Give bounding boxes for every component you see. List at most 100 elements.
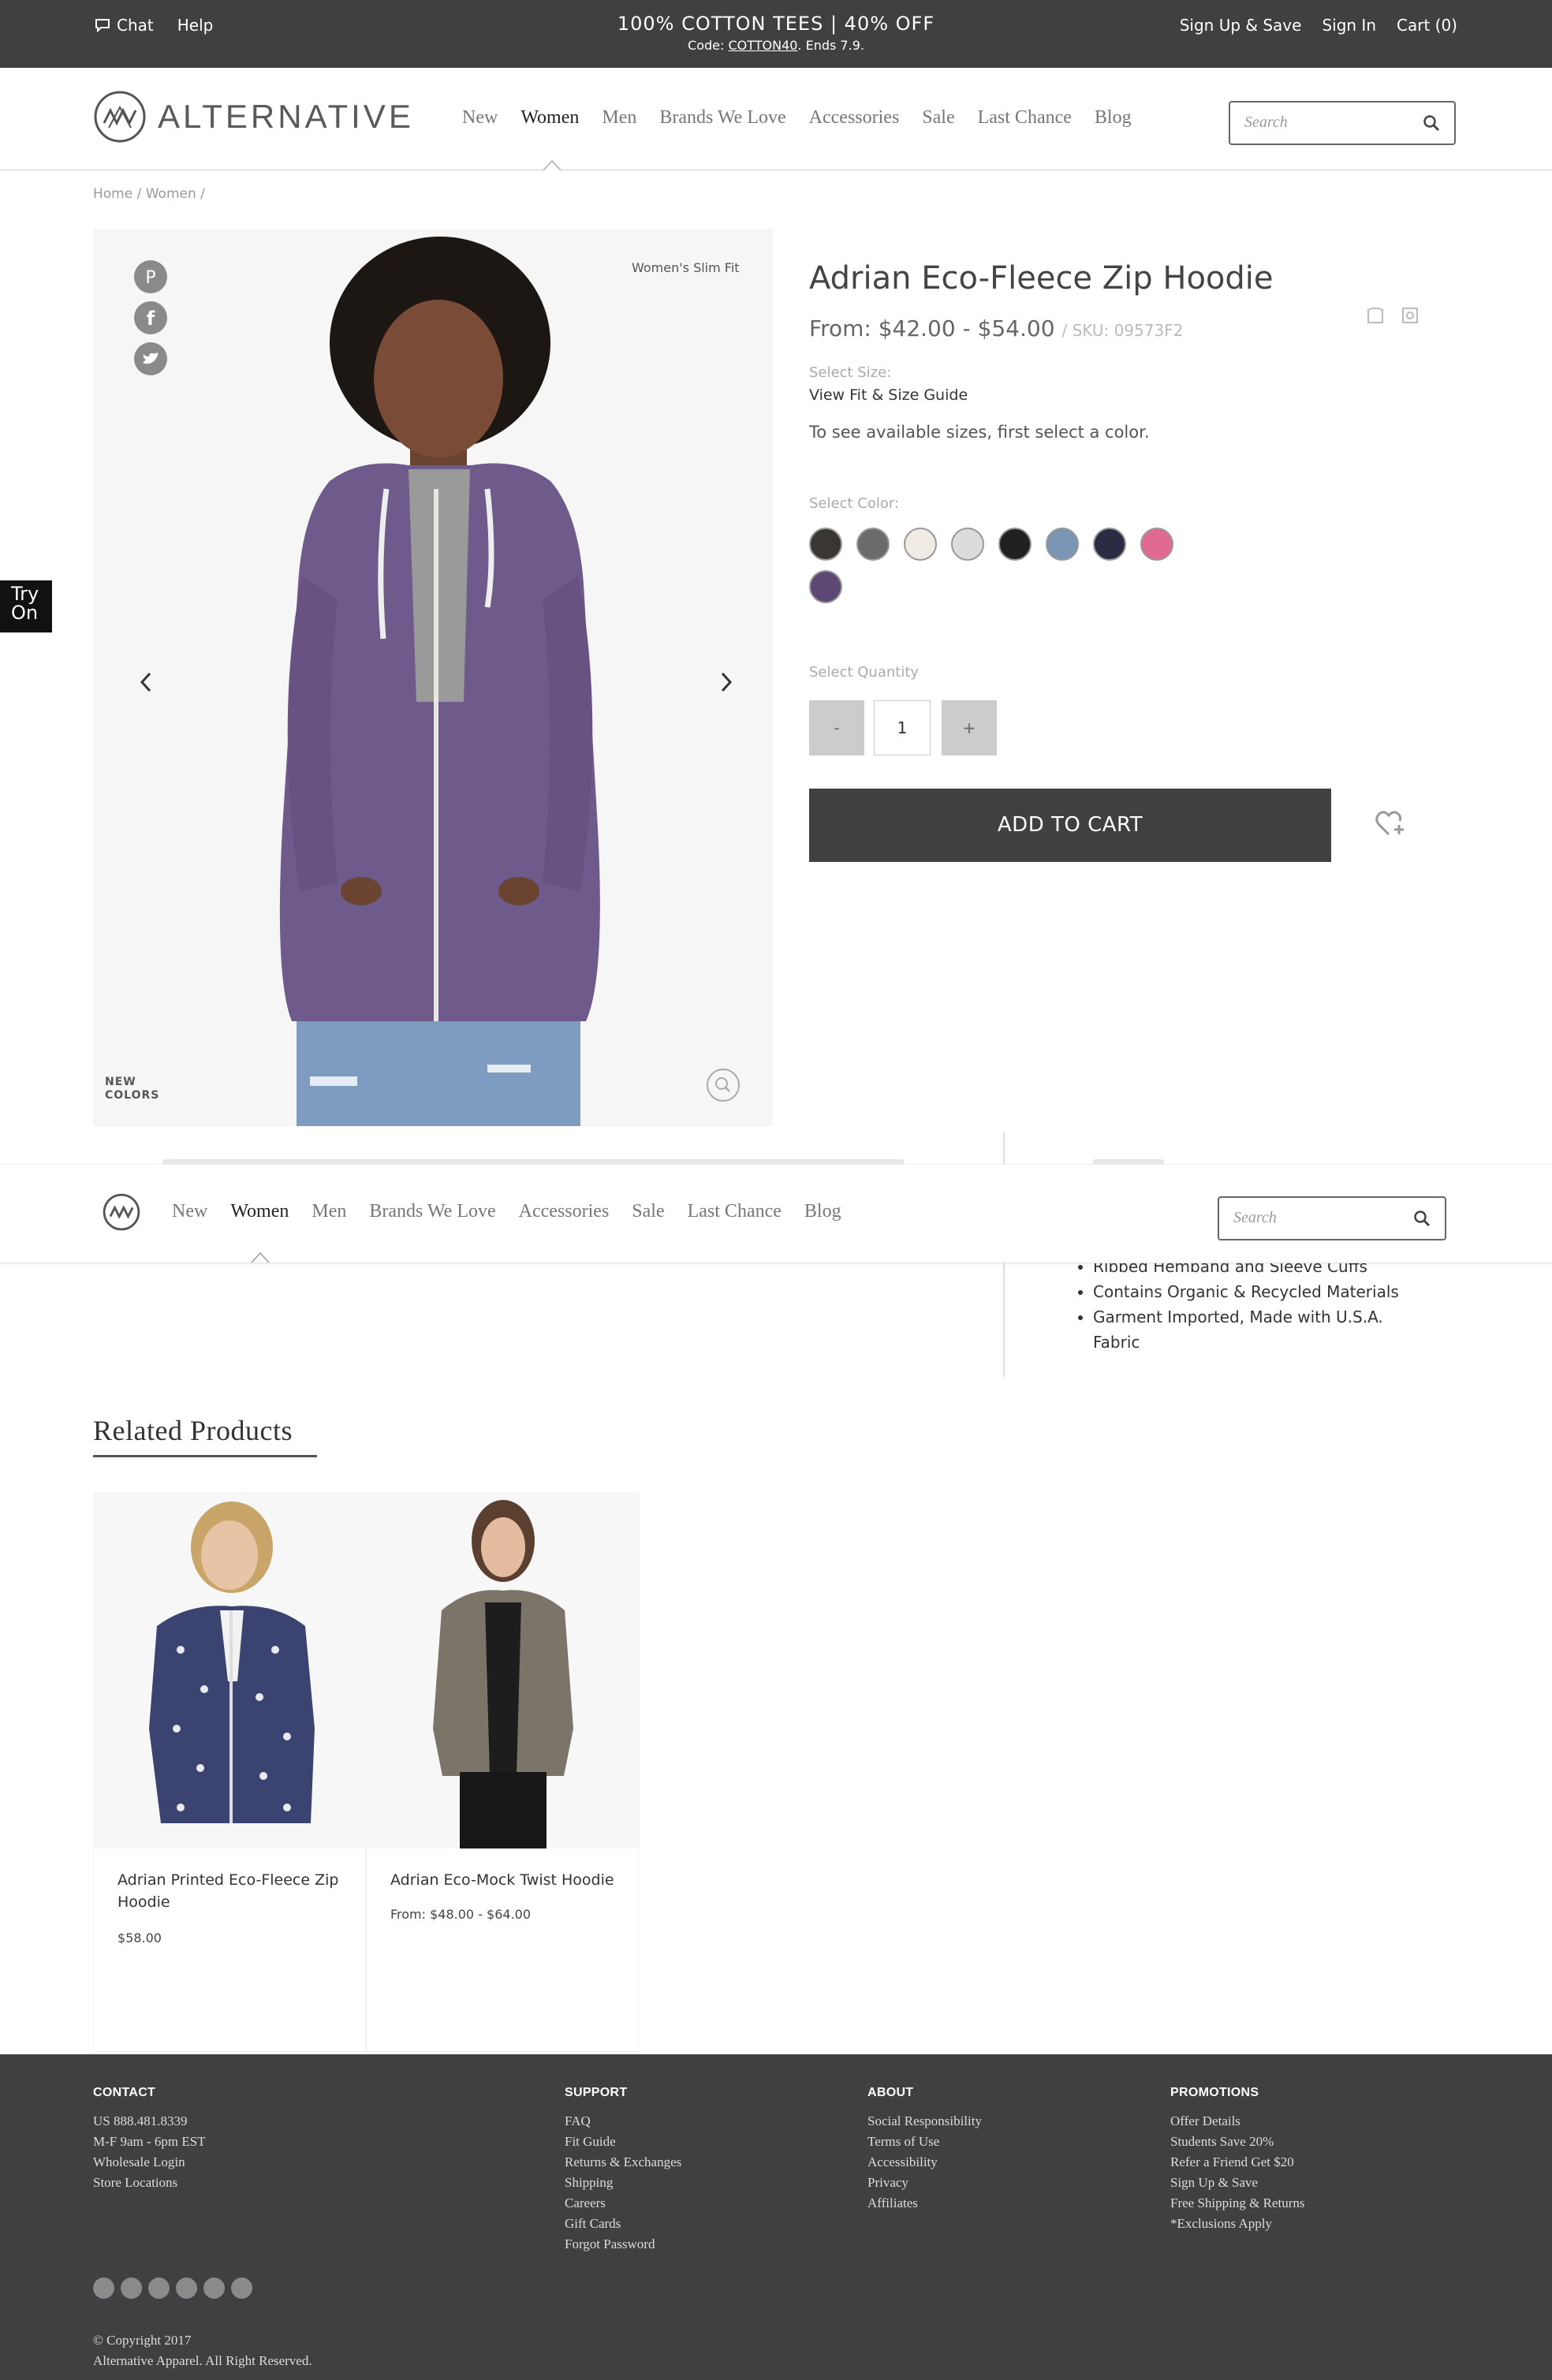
footer-link[interactable]: FAQ [565,2111,681,2132]
footer-link[interactable]: Students Save 20% [1170,2132,1304,2152]
search-box[interactable]: Search [1229,101,1456,145]
footer-link[interactable]: Free Shipping & Returns [1170,2193,1304,2214]
sticky-search-icon[interactable] [1413,1210,1431,1227]
nav-men[interactable]: Men [602,107,636,129]
footer-link[interactable]: Refer a Friend Get $20 [1170,2152,1304,2173]
nav-accessories[interactable]: Accessories [809,107,900,129]
color-swatch[interactable] [998,528,1032,561]
pinterest-icon[interactable] [121,2277,142,2299]
prev-image-arrow-icon[interactable] [137,670,156,694]
footer-link[interactable]: Gift Cards [565,2214,681,2234]
new-colors-line-1: NEW [105,1076,136,1088]
brand-name: ALTERNATIVE [158,98,414,135]
sticky-search-input[interactable]: Search [1233,1209,1277,1227]
related-product-card[interactable]: Adrian Eco-Mock Twist Hoodie From: $48.0… [366,1492,640,2052]
svg-text:P: P [145,268,155,288]
color-swatch[interactable] [904,528,937,561]
sticky-logo-icon[interactable] [103,1193,140,1231]
try-on-button[interactable]: Try On [0,580,52,632]
footer-link[interactable]: Accessibility [867,2152,982,2173]
related-product-card[interactable]: Adrian Printed Eco-Fleece Zip Hoodie $58… [93,1492,367,2052]
footer-link[interactable]: Careers [565,2193,681,2214]
color-swatch[interactable] [809,528,842,561]
footer-link[interactable]: Affiliates [867,2193,982,2214]
size-hint: To see available sizes, first select a c… [809,423,1150,442]
search-input[interactable]: Search [1244,114,1288,132]
nav-blog[interactable]: Blog [1095,107,1132,129]
sticky-nav-men[interactable]: Men [312,1201,346,1222]
camera-icon[interactable] [1401,306,1420,325]
select-quantity-label: Select Quantity [809,664,920,681]
footer-link[interactable]: Sign Up & Save [1170,2173,1304,2193]
facebook-icon[interactable]: f [134,301,167,334]
nav-new[interactable]: New [462,107,498,129]
search-icon[interactable] [1423,114,1440,132]
footer-phone[interactable]: US 888.481.8339 [93,2111,206,2132]
color-swatch[interactable] [1093,528,1126,561]
cart-link[interactable]: Cart (0) [1397,16,1457,35]
sticky-active-caret-icon [251,1252,270,1263]
color-swatch[interactable] [951,528,984,561]
qty-input[interactable]: 1 [874,700,931,755]
zoom-icon[interactable] [706,1068,741,1102]
sticky-nav-women[interactable]: Women [230,1201,289,1222]
related-product-name[interactable]: Adrian Printed Eco-Fleece Zip Hoodie [118,1869,346,1913]
promo-code[interactable]: COTTON40 [728,38,797,53]
instagram-icon[interactable] [176,2277,197,2299]
brand-logo[interactable]: ALTERNATIVE [93,90,414,144]
sticky-nav-blog[interactable]: Blog [804,1201,841,1222]
next-image-arrow-icon[interactable] [716,670,735,694]
footer-wholesale-login[interactable]: Wholesale Login [93,2152,206,2173]
wishlist-heart-icon[interactable] [1375,809,1405,837]
sticky-nav-accessories[interactable]: Accessories [519,1201,610,1222]
related-product-image[interactable] [94,1492,367,1848]
footer-store-locations[interactable]: Store Locations [93,2173,206,2193]
sticky-nav-last-chance[interactable]: Last Chance [688,1201,782,1222]
sticky-search-box[interactable]: Search [1218,1196,1446,1240]
promo-code-suffix: . Ends 7.9. [797,38,864,53]
color-swatch[interactable] [856,528,890,561]
tumblr-icon[interactable] [231,2277,252,2299]
copyright-line-1: © Copyright 2017 [93,2333,192,2348]
footer-link[interactable]: Privacy [867,2173,982,2193]
qty-minus-button[interactable]: - [809,700,864,755]
add-to-cart-button[interactable]: ADD TO CART [809,789,1331,862]
breadcrumb[interactable]: Home / Women / [93,186,205,202]
product-title: Adrian Eco-Fleece Zip Hoodie [809,260,1274,297]
related-products-title: Related Products [93,1415,293,1446]
signin-link[interactable]: Sign In [1322,16,1376,35]
sticky-header: New Women Men Brands We Love Accessories… [0,1164,1552,1263]
color-swatch[interactable] [809,570,842,603]
size-chart-icon[interactable] [1366,306,1385,325]
color-swatch[interactable] [1140,528,1173,561]
sticky-nav-new[interactable]: New [172,1201,207,1222]
twitter-icon[interactable] [148,2277,170,2299]
qty-plus-button[interactable]: + [942,700,997,755]
nav-sale[interactable]: Sale [922,107,954,129]
sticky-nav-brands-we-love[interactable]: Brands We Love [369,1201,495,1222]
facebook-icon[interactable] [93,2277,114,2299]
nav-last-chance[interactable]: Last Chance [978,107,1072,129]
pinterest-icon[interactable]: P [134,260,167,293]
footer-link[interactable]: Terms of Use [867,2132,982,2152]
footer-link[interactable]: Forgot Password [565,2234,681,2255]
signup-link[interactable]: Sign Up & Save [1180,16,1302,35]
footer-link[interactable]: Offer Details [1170,2111,1304,2132]
nav-women[interactable]: Women [520,107,579,129]
related-product-image[interactable] [367,1492,640,1848]
youtube-icon[interactable] [203,2277,225,2299]
related-product-name[interactable]: Adrian Eco-Mock Twist Hoodie [390,1869,619,1891]
footer-promotions: PROMOTIONS Offer Details Students Save 2… [1170,2086,1304,2234]
footer-link[interactable]: Shipping [565,2173,681,2193]
color-swatch[interactable] [1046,528,1079,561]
site-footer: CONTACT US 888.481.8339 M-F 9am - 6pm ES… [0,2054,1552,2380]
footer-link[interactable]: Fit Guide [565,2132,681,2152]
try-on-line-1: Try [11,583,39,605]
product-image-gallery[interactable]: P f Women's Slim Fit NEW COLORS [93,229,773,1126]
fit-guide-link[interactable]: View Fit & Size Guide [809,386,968,404]
nav-brands-we-love[interactable]: Brands We Love [659,107,785,129]
footer-link[interactable]: Social Responsibility [867,2111,982,2132]
footer-link[interactable]: Returns & Exchanges [565,2152,681,2173]
twitter-icon[interactable] [134,342,167,375]
sticky-nav-sale[interactable]: Sale [632,1201,664,1222]
